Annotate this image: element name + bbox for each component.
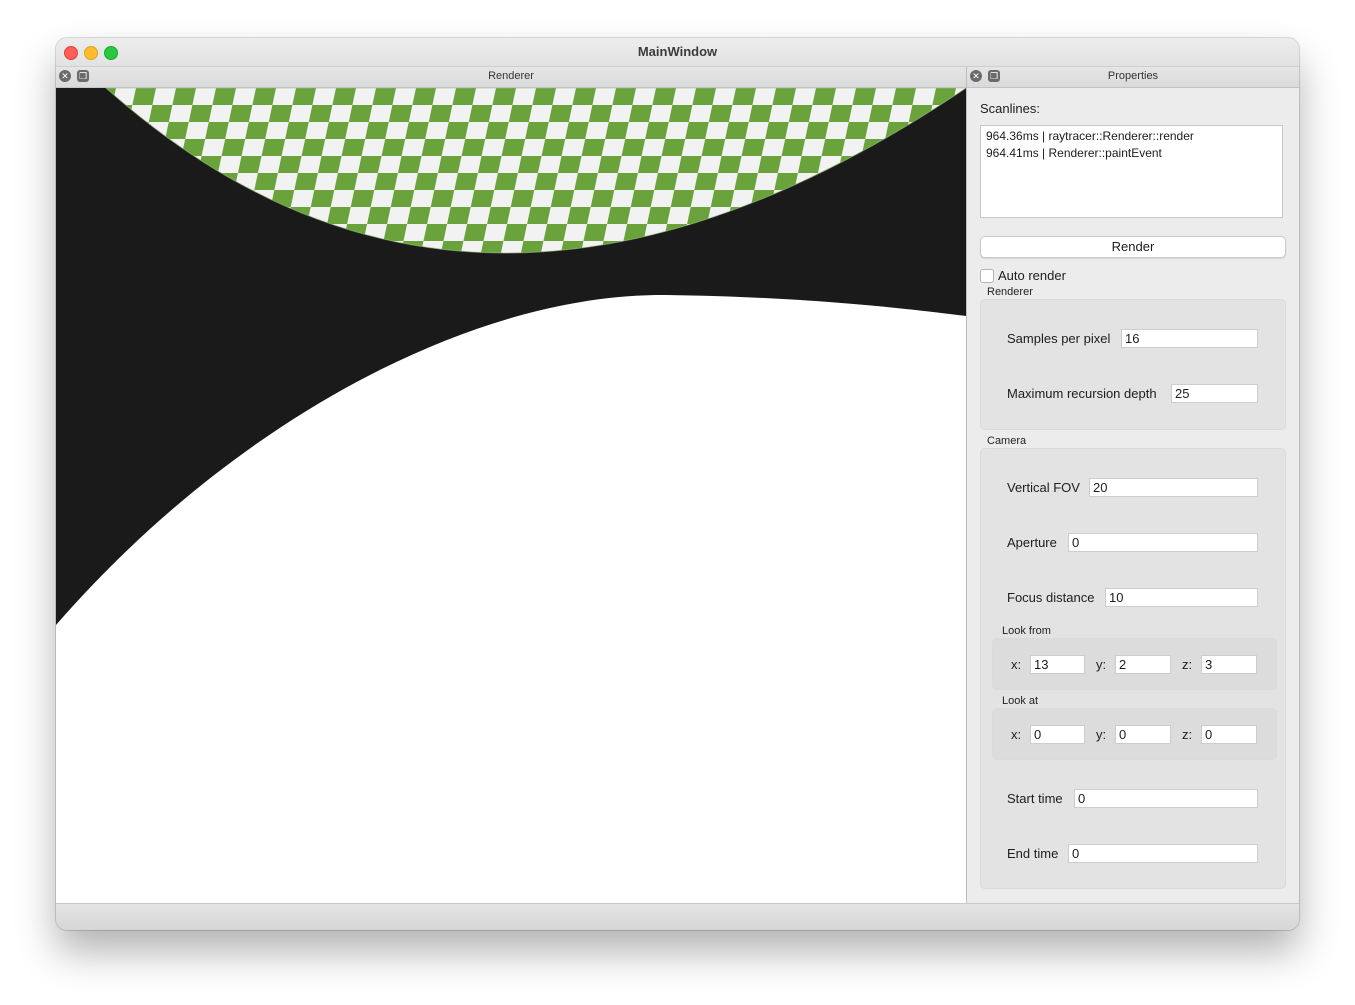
renderer-group-title: Renderer [987,286,1033,298]
properties-panel: Scanlines: 964.36ms | raytracer::Rendere… [967,88,1299,903]
renderer-group: Samples per pixel 16 Maximum recursion d… [980,299,1286,430]
properties-dock-titlebar: ✕ ❐ Properties [967,67,1299,88]
depth-label: Maximum recursion depth [1007,386,1157,401]
look-from-z-label: z: [1182,657,1193,672]
look-from-z-input[interactable]: 3 [1201,655,1257,674]
render-button[interactable]: Render [980,236,1286,258]
properties-dock-title: Properties [1107,70,1159,82]
look-at-x-input[interactable]: 0 [1030,725,1085,744]
look-from-y-label: y: [1096,657,1107,672]
look-at-title: Look at [1002,695,1039,707]
focus-distance-input[interactable]: 10 [1105,588,1258,607]
look-at-z-label: z: [1182,727,1193,742]
look-from-y-input[interactable]: 2 [1115,655,1171,674]
title-bar: MainWindow [56,38,1299,67]
scanlines-label: Scanlines: [980,101,1040,116]
log-line: 964.36ms | raytracer::Renderer::render [986,129,1194,143]
start-time-label: Start time [1007,791,1063,806]
end-time-input[interactable]: 0 [1068,844,1258,863]
camera-group-title: Camera [987,435,1027,447]
max-depth-input[interactable]: 25 [1171,384,1258,403]
scanlines-log[interactable]: 964.36ms | raytracer::Renderer::render 9… [980,125,1283,218]
start-time-input[interactable]: 0 [1074,789,1258,808]
look-from-x-label: x: [1011,657,1022,672]
samples-per-pixel-input[interactable]: 16 [1121,329,1258,348]
look-at-group: x: 0 y: 0 z: 0 [992,708,1277,760]
look-at-y-label: y: [1096,727,1107,742]
window-title: MainWindow [637,44,718,59]
samples-label: Samples per pixel [1007,331,1111,346]
rendered-image [56,88,966,903]
fov-label: Vertical FOV [1007,480,1080,495]
look-from-x-input[interactable]: 13 [1030,655,1085,674]
camera-group: Vertical FOV 20 Aperture 0 Focus distanc… [980,448,1286,889]
aperture-label: Aperture [1007,535,1057,550]
look-at-y-input[interactable]: 0 [1115,725,1171,744]
look-from-group: x: 13 y: 2 z: 3 [992,638,1277,690]
main-window: MainWindow ✕ ❐ Renderer ✕ ❐ Properties S… [56,38,1299,930]
render-viewport [56,88,966,903]
status-bar [56,903,1299,930]
look-from-title: Look from [1002,625,1051,637]
log-line: 964.41ms | Renderer::paintEvent [986,146,1162,160]
auto-render-label: Auto render [998,268,1066,283]
focus-distance-label: Focus distance [1007,590,1095,605]
aperture-input[interactable]: 0 [1068,533,1258,552]
auto-render-checkbox[interactable] [980,269,994,283]
vertical-fov-input[interactable]: 20 [1089,478,1258,497]
end-time-label: End time [1007,846,1059,861]
look-at-x-label: x: [1011,727,1022,742]
look-at-z-input[interactable]: 0 [1201,725,1257,744]
renderer-dock-title: Renderer [488,70,534,82]
renderer-dock-titlebar: ✕ ❐ Renderer [56,67,966,88]
